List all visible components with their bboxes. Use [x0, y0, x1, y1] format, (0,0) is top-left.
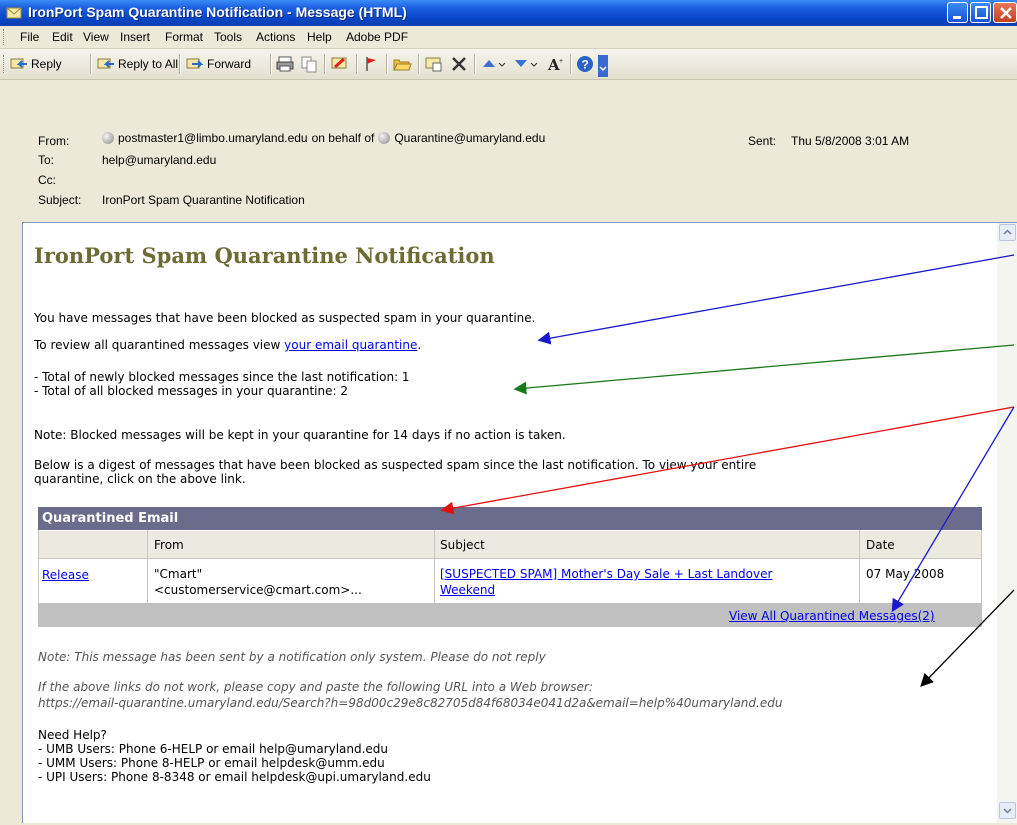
arrow-to-table — [440, 406, 1015, 515]
outlook-message-window: IronPort Spam Quarantine Notification - … — [0, 0, 1017, 825]
arrow-to-totals — [513, 344, 1015, 395]
annotation-arrows — [440, 254, 1015, 687]
arrow-to-url — [920, 589, 1015, 687]
arrow-to-view-all — [891, 406, 1015, 613]
arrow-to-quarantine-link — [537, 254, 1015, 345]
